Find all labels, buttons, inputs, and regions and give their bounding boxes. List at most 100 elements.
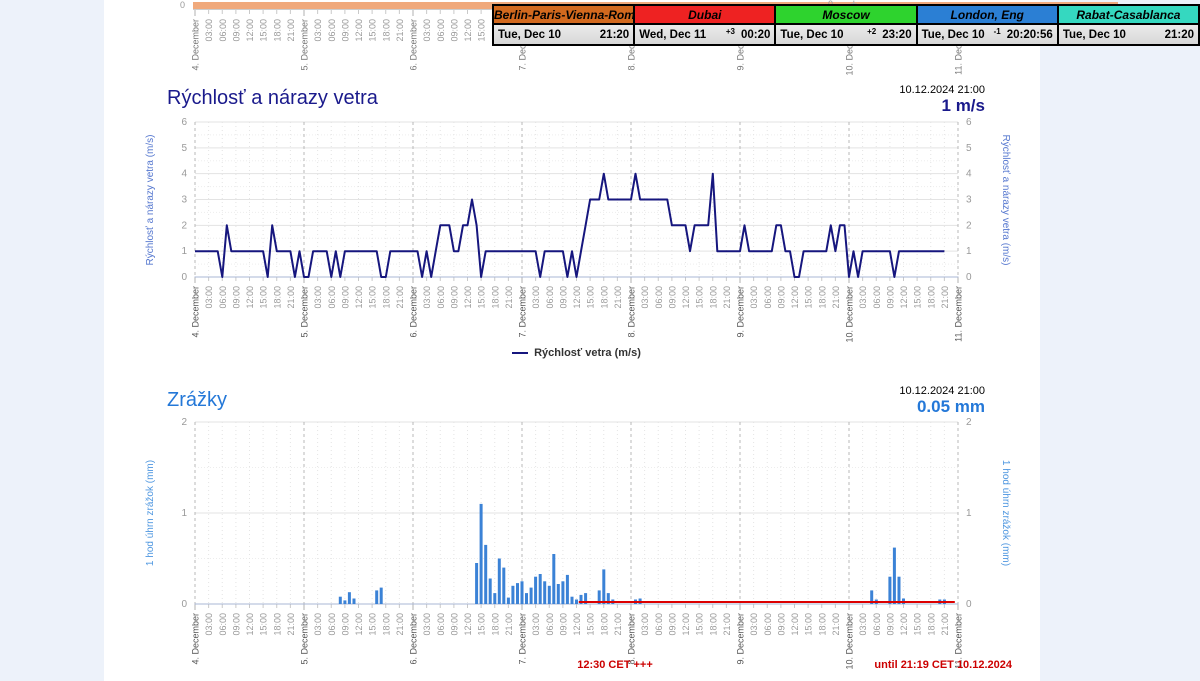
svg-text:12:00: 12:00: [463, 286, 473, 309]
svg-text:1: 1: [966, 508, 972, 519]
svg-text:15:00: 15:00: [804, 286, 814, 309]
svg-text:3: 3: [181, 195, 187, 206]
svg-text:18:00: 18:00: [708, 286, 718, 309]
svg-text:15:00: 15:00: [586, 613, 596, 636]
clock-time: 20:20:56: [1006, 28, 1053, 41]
svg-text:11. December: 11. December: [954, 286, 964, 342]
svg-text:10. December: 10. December: [845, 286, 855, 343]
wind-chart-plot[interactable]: 4. December 03:00 06:00 09:00 12:00 15:00 18:0…: [0, 80, 1200, 380]
svg-text:18:00: 18:00: [272, 19, 282, 42]
svg-text:6: 6: [181, 117, 187, 128]
svg-text:18:00: 18:00: [926, 613, 936, 636]
svg-text:03:00: 03:00: [749, 613, 759, 636]
wind-legend-line-swatch: [512, 352, 529, 354]
svg-text:18:00: 18:00: [599, 613, 609, 636]
svg-text:18:00: 18:00: [381, 19, 391, 42]
svg-text:06:00: 06:00: [436, 613, 446, 636]
precip-y-axis-title-left: 1 hod úhrn zrážok (mm): [145, 459, 156, 567]
wind-legend[interactable]: Rýchlosť vetra (m/s): [195, 347, 958, 359]
svg-text:0: 0: [180, 0, 185, 10]
svg-text:18:00: 18:00: [381, 286, 391, 309]
svg-text:1: 1: [181, 246, 187, 257]
svg-text:12:00: 12:00: [790, 613, 800, 636]
clock-city-header: Rabat-Casablanca: [1058, 6, 1199, 25]
svg-text:4: 4: [181, 169, 187, 180]
svg-text:06:00: 06:00: [436, 19, 446, 42]
clock-city-header: Dubai: [635, 6, 775, 25]
svg-text:03:00: 03:00: [858, 613, 868, 636]
svg-text:18:00: 18:00: [381, 613, 391, 636]
clock-time: 23:20: [882, 28, 912, 41]
svg-text:9. December: 9. December: [736, 286, 746, 338]
svg-text:06:00: 06:00: [218, 613, 228, 636]
svg-text:21:00: 21:00: [831, 286, 841, 309]
svg-text:18:00: 18:00: [708, 613, 718, 636]
svg-text:5. December: 5. December: [300, 286, 310, 338]
clock-column: Berlin-Paris-Vienna-Roma Tue, Dec 10 21:20: [494, 6, 634, 44]
svg-text:12:00: 12:00: [681, 613, 691, 636]
clock-date: Tue, Dec 10: [780, 28, 844, 41]
svg-text:18:00: 18:00: [490, 286, 500, 309]
svg-text:4. December: 4. December: [191, 613, 201, 665]
precip-y-axis-title-right: 1 hod úhrn zrážok (mm): [1000, 459, 1011, 567]
svg-text:03:00: 03:00: [204, 286, 214, 309]
svg-text:2: 2: [966, 417, 972, 428]
svg-text:03:00: 03:00: [204, 19, 214, 42]
svg-text:15:00: 15:00: [804, 613, 814, 636]
svg-text:15:00: 15:00: [695, 613, 705, 636]
clock-city-header: London, Eng: [917, 6, 1057, 25]
svg-text:09:00: 09:00: [449, 19, 459, 42]
svg-text:12:00: 12:00: [899, 286, 909, 309]
svg-text:21:00: 21:00: [395, 286, 405, 309]
svg-text:09:00: 09:00: [885, 613, 895, 636]
svg-text:09:00: 09:00: [340, 19, 350, 42]
svg-text:18:00: 18:00: [817, 286, 827, 309]
svg-text:2: 2: [181, 220, 187, 231]
svg-text:12:00: 12:00: [245, 613, 255, 636]
svg-text:12:00: 12:00: [681, 286, 691, 309]
svg-text:15:00: 15:00: [913, 286, 923, 309]
svg-text:09:00: 09:00: [776, 613, 786, 636]
svg-text:6: 6: [966, 117, 972, 128]
svg-text:09:00: 09:00: [231, 286, 241, 309]
svg-text:03:00: 03:00: [422, 286, 432, 309]
svg-text:15:00: 15:00: [477, 19, 487, 42]
clock-time: 21:20: [1164, 28, 1195, 41]
svg-text:03:00: 03:00: [422, 613, 432, 636]
svg-text:0: 0: [966, 599, 972, 610]
svg-text:03:00: 03:00: [531, 286, 541, 309]
svg-text:12:00: 12:00: [899, 613, 909, 636]
svg-text:21:00: 21:00: [613, 286, 623, 309]
svg-text:12:00: 12:00: [354, 286, 364, 309]
svg-text:21:00: 21:00: [504, 613, 514, 636]
svg-text:21:00: 21:00: [613, 613, 623, 636]
clock-utc-offset: -1: [993, 27, 1001, 36]
clock-time: 21:20: [599, 28, 630, 41]
svg-text:03:00: 03:00: [313, 286, 323, 309]
svg-text:09:00: 09:00: [558, 613, 568, 636]
weather-page: 00+4. December03:0006:0009:0012:0015:001…: [0, 0, 1200, 681]
svg-text:15:00: 15:00: [259, 613, 269, 636]
svg-text:1: 1: [181, 508, 187, 519]
wind-y-axis-title-right: Rýchlosť a nárazy vetra (m/s): [1000, 134, 1011, 266]
svg-text:21:00: 21:00: [722, 613, 732, 636]
svg-text:21:00: 21:00: [940, 613, 950, 636]
svg-text:12:00: 12:00: [572, 286, 582, 309]
svg-text:03:00: 03:00: [313, 613, 323, 636]
clock-column: Moscow Tue, Dec 10 +2 23:20: [774, 6, 916, 44]
svg-text:12:00: 12:00: [245, 286, 255, 309]
svg-text:12:00: 12:00: [790, 286, 800, 309]
clock-date: Tue, Dec 10: [498, 28, 562, 41]
svg-text:03:00: 03:00: [313, 19, 323, 42]
svg-text:18:00: 18:00: [272, 613, 282, 636]
svg-text:09:00: 09:00: [885, 286, 895, 309]
svg-text:6. December: 6. December: [409, 286, 419, 338]
svg-text:15:00: 15:00: [368, 286, 378, 309]
svg-text:18:00: 18:00: [490, 613, 500, 636]
svg-text:03:00: 03:00: [531, 613, 541, 636]
svg-text:12:00: 12:00: [463, 613, 473, 636]
svg-text:7. December: 7. December: [518, 286, 528, 338]
precip-note-until: until 21:19 CET 10.12.2024: [874, 659, 1012, 671]
precip-chart-plot[interactable]: 4. December 03:00 06:00 09:00 12:00 15:00 18:0…: [0, 380, 1200, 681]
svg-text:2: 2: [966, 220, 972, 231]
